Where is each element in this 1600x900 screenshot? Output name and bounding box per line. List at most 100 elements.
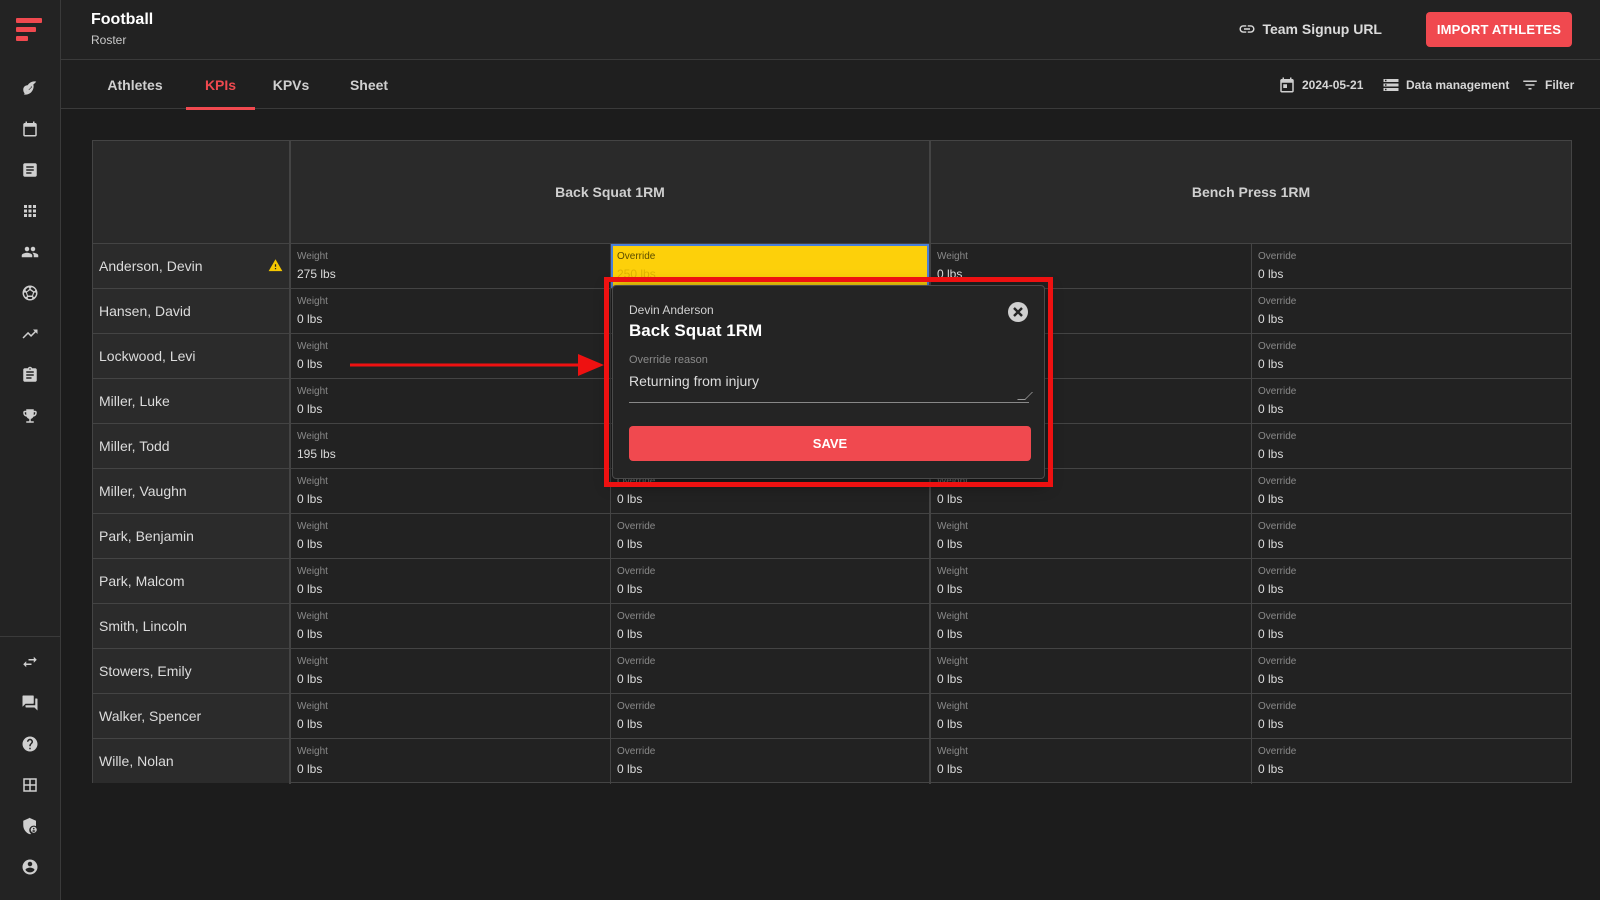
people-icon[interactable] bbox=[20, 242, 40, 262]
override-cell[interactable]: Override 0 lbs bbox=[1252, 514, 1571, 558]
athlete-name[interactable]: Walker, Spencer bbox=[93, 694, 291, 738]
weight-cell[interactable]: Weight 0 lbs bbox=[291, 739, 610, 783]
athlete-name-label: Hansen, David bbox=[99, 303, 191, 319]
override-cell[interactable]: Override 0 lbs bbox=[611, 604, 929, 648]
grid-icon[interactable] bbox=[20, 201, 40, 221]
cell-value: 0 lbs bbox=[1258, 492, 1284, 506]
override-cell[interactable]: Override 0 lbs bbox=[611, 649, 929, 693]
athlete-name[interactable]: Hansen, David bbox=[93, 289, 291, 333]
athlete-name[interactable]: Wille, Nolan bbox=[93, 739, 291, 783]
soccer-ball-icon[interactable] bbox=[20, 283, 40, 303]
trophy-icon[interactable] bbox=[20, 406, 40, 426]
warning-icon bbox=[268, 259, 283, 272]
weight-cell[interactable]: Weight 0 lbs bbox=[291, 694, 610, 738]
cell-label: Override bbox=[1258, 521, 1297, 532]
import-athletes-button[interactable]: IMPORT ATHLETES bbox=[1426, 12, 1572, 47]
override-cell[interactable]: Override 0 lbs bbox=[1252, 379, 1571, 423]
weight-cell[interactable]: Weight 0 lbs bbox=[931, 514, 1251, 558]
override-cell[interactable]: Override 0 lbs bbox=[1252, 469, 1571, 513]
filter-button[interactable]: Filter bbox=[1521, 60, 1574, 109]
cell-label: Weight bbox=[937, 701, 968, 712]
athlete-name[interactable]: Park, Benjamin bbox=[93, 514, 291, 558]
override-cell[interactable]: Override 0 lbs bbox=[1252, 559, 1571, 603]
cell-value: 0 lbs bbox=[297, 312, 323, 326]
athlete-name[interactable]: Miller, Luke bbox=[93, 379, 291, 423]
storage-icon bbox=[1383, 78, 1399, 91]
cell-value: 0 lbs bbox=[617, 492, 643, 506]
football-icon[interactable] bbox=[20, 78, 40, 98]
weight-cell[interactable]: Weight 0 lbs bbox=[931, 694, 1251, 738]
date-picker[interactable]: 2024-05-21 bbox=[1278, 60, 1363, 109]
kpi-header-bench-press[interactable]: Bench Press 1RM bbox=[931, 141, 1571, 243]
override-cell[interactable]: Override 0 lbs bbox=[1252, 244, 1571, 288]
athlete-name-label: Lockwood, Levi bbox=[99, 348, 196, 364]
cell-label: Override bbox=[617, 251, 656, 262]
athlete-name[interactable]: Miller, Todd bbox=[93, 424, 291, 468]
tab-kpvs[interactable]: KPVs bbox=[271, 60, 311, 109]
chat-icon[interactable] bbox=[20, 693, 40, 713]
cell-value: 0 lbs bbox=[617, 627, 643, 641]
athlete-name[interactable]: Anderson, Devin bbox=[93, 244, 291, 288]
override-cell[interactable]: Override 0 lbs bbox=[1252, 289, 1571, 333]
weight-cell[interactable]: Weight 0 lbs bbox=[291, 559, 610, 603]
override-cell[interactable]: Override 0 lbs bbox=[1252, 694, 1571, 738]
clipboard-icon[interactable] bbox=[20, 365, 40, 385]
account-icon[interactable] bbox=[20, 857, 40, 877]
weight-cell[interactable]: Weight 195 lbs bbox=[291, 424, 610, 468]
tab-sheet[interactable]: Sheet bbox=[348, 60, 390, 109]
weight-cell[interactable]: Weight 0 lbs bbox=[291, 469, 610, 513]
trending-up-icon[interactable] bbox=[20, 324, 40, 344]
app-header: Football Roster Team Signup URL IMPORT A… bbox=[61, 0, 1600, 60]
tab-athletes[interactable]: Athletes bbox=[107, 60, 162, 109]
calendar-icon bbox=[1280, 77, 1294, 92]
document-icon[interactable] bbox=[20, 160, 40, 180]
override-cell[interactable]: Override 0 lbs bbox=[611, 739, 929, 783]
tab-label: KPIs bbox=[204, 76, 237, 93]
override-cell[interactable]: Override 0 lbs bbox=[611, 559, 929, 603]
cell-label: Override bbox=[1258, 701, 1297, 712]
weight-cell[interactable]: Weight 0 lbs bbox=[291, 379, 610, 423]
app-logo[interactable] bbox=[16, 18, 44, 46]
annotation-highlight-box bbox=[604, 277, 1053, 487]
weight-cell[interactable]: Weight 0 lbs bbox=[931, 559, 1251, 603]
cell-value: 0 lbs bbox=[617, 717, 643, 731]
cell-value: 0 lbs bbox=[1258, 402, 1284, 416]
table-row: Park, Benjamin Weight 0 lbs Override 0 lbs We… bbox=[93, 513, 1571, 558]
tab-kpis[interactable]: KPIs bbox=[186, 60, 255, 110]
athlete-name[interactable]: Miller, Vaughn bbox=[93, 469, 291, 513]
table-icon[interactable] bbox=[20, 775, 40, 795]
tab-bar: Athletes KPIs KPVs Sheet 2024-05-21 Data… bbox=[61, 60, 1600, 110]
athlete-name[interactable]: Lockwood, Levi bbox=[93, 334, 291, 378]
weight-cell[interactable]: Weight 0 lbs bbox=[291, 289, 610, 333]
cell-label: Override bbox=[1258, 656, 1297, 667]
weight-cell[interactable]: Weight 0 lbs bbox=[291, 604, 610, 648]
weight-cell[interactable]: Weight 0 lbs bbox=[291, 514, 610, 558]
weight-cell[interactable]: Weight 0 lbs bbox=[931, 649, 1251, 693]
cell-value: 0 lbs bbox=[297, 672, 323, 686]
cell-value: 0 lbs bbox=[1258, 582, 1284, 596]
cell-label: Override bbox=[1258, 386, 1297, 397]
override-cell[interactable]: Override 0 lbs bbox=[1252, 604, 1571, 648]
help-icon[interactable] bbox=[20, 734, 40, 754]
override-cell[interactable]: Override 0 lbs bbox=[1252, 739, 1571, 783]
cell-label: Override bbox=[617, 701, 656, 712]
athlete-name[interactable]: Stowers, Emily bbox=[93, 649, 291, 693]
weight-cell[interactable]: Weight 0 lbs bbox=[291, 649, 610, 693]
weight-cell[interactable]: Weight 0 lbs bbox=[931, 739, 1251, 783]
override-cell[interactable]: Override 0 lbs bbox=[1252, 649, 1571, 693]
swap-icon[interactable] bbox=[20, 652, 40, 672]
athlete-name[interactable]: Smith, Lincoln bbox=[93, 604, 291, 648]
shield-lock-icon[interactable] bbox=[20, 816, 40, 836]
override-cell[interactable]: Override 0 lbs bbox=[611, 514, 929, 558]
override-cell[interactable]: Override 0 lbs bbox=[611, 694, 929, 738]
override-cell[interactable]: Override 0 lbs bbox=[1252, 334, 1571, 378]
data-management-button[interactable]: Data management bbox=[1382, 60, 1509, 109]
kpi-title: Bench Press 1RM bbox=[1191, 184, 1311, 200]
team-signup-link[interactable]: Team Signup URL bbox=[1238, 20, 1382, 38]
weight-cell[interactable]: Weight 0 lbs bbox=[931, 604, 1251, 648]
calendar-icon[interactable] bbox=[20, 119, 40, 139]
athlete-name[interactable]: Park, Malcom bbox=[93, 559, 291, 603]
kpi-header-back-squat[interactable]: Back Squat 1RM bbox=[291, 141, 929, 243]
weight-cell[interactable]: Weight 275 lbs bbox=[291, 244, 610, 288]
override-cell[interactable]: Override 0 lbs bbox=[1252, 424, 1571, 468]
